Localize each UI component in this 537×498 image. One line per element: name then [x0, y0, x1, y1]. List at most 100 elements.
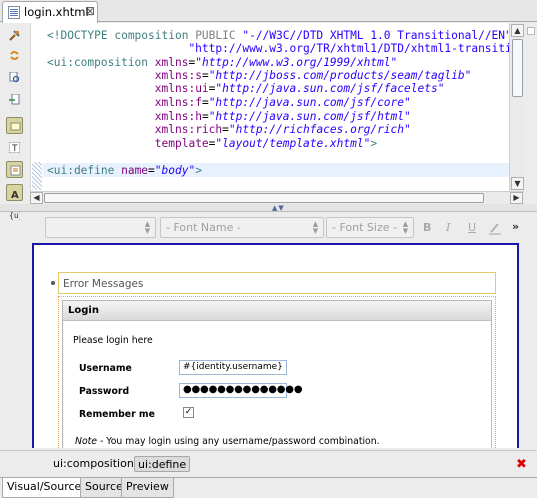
- page-design-options-button[interactable]: [6, 69, 23, 86]
- code-token: >: [195, 164, 202, 177]
- tag-selection-bar: ui:composition ui:define ✖: [0, 450, 537, 476]
- source-editor[interactable]: <!DOCTYPE composition PUBLIC "-//W3C//DT…: [30, 23, 524, 191]
- text-formatting-toolbar: ▲ ▼ - Font Name - ▲ ▼ - Font Size - ▲ ▼ B I…: [30, 215, 537, 241]
- underline-button[interactable]: U: [468, 221, 476, 234]
- code-token: "layout/template.xhtml": [215, 137, 371, 150]
- code-token: "http://java.sun.com/jsf/facelets": [215, 82, 445, 95]
- password-input[interactable]: ●●●●●●●●●●●●●●: [179, 383, 303, 398]
- code-token: "-//W3C//DTD XHTML 1.0 Transitional//EN": [242, 29, 512, 42]
- show-border-toggle[interactable]: [6, 117, 23, 134]
- code-line: xmlns:ui="http://java.sun.com/jsf/facele…: [47, 82, 445, 96]
- code-token: "http://www.w3.org/1999/xhtml": [195, 56, 398, 69]
- code-line: "http://www.w3.org/TR/xhtml1/DTD/xhtml1-…: [47, 42, 524, 56]
- svg-text:A: A: [11, 190, 19, 199]
- show-text-formatting-button[interactable]: T: [6, 139, 23, 156]
- more-tools-button[interactable]: »: [512, 220, 519, 233]
- close-icon[interactable]: ⊠: [85, 4, 95, 18]
- code-token: name: [121, 164, 149, 177]
- page-search-icon: [9, 72, 20, 83]
- username-label: Username: [79, 363, 132, 374]
- code-token: xmlns: [154, 56, 189, 69]
- scroll-up-button[interactable]: ▲: [511, 24, 524, 37]
- scroll-thumb[interactable]: [512, 39, 523, 97]
- scroll-right-button[interactable]: ▶: [510, 192, 523, 204]
- code-token: "body": [154, 164, 196, 177]
- visual-editor-pane[interactable]: Error Messages Login Please login here U…: [32, 243, 519, 448]
- document-arrow-icon: [9, 94, 20, 105]
- source-visual-splitter[interactable]: ▲▼: [0, 204, 537, 212]
- error-messages-box[interactable]: Error Messages: [58, 272, 496, 294]
- login-intro-text: Please login here: [73, 335, 153, 346]
- style-combo[interactable]: ▲ ▼: [45, 217, 156, 238]
- overview-ruler-marker[interactable]: [527, 27, 535, 35]
- preferences-tool-button[interactable]: [6, 27, 23, 44]
- xhtml-file-icon: [8, 6, 20, 19]
- tab-preview[interactable]: Preview: [121, 478, 174, 498]
- tab-visual-source[interactable]: Visual/Source: [2, 478, 87, 498]
- code-token: xmlns:f: [154, 96, 202, 109]
- tab-login-xhtml[interactable]: login.xhtml ⊠: [2, 1, 98, 23]
- italic-button[interactable]: I: [446, 221, 450, 234]
- vpe-toolbar: T A {u}: [0, 23, 30, 220]
- code-token: =: [201, 96, 209, 109]
- editor-tab-bar: login.xhtml ⊠: [0, 0, 537, 23]
- code-line: xmlns:rich="http://richfaces.org/rich": [47, 123, 411, 137]
- text-t-icon: T: [9, 142, 20, 153]
- username-input[interactable]: #{identity.username}: [179, 360, 287, 375]
- border-frame-icon: [10, 122, 21, 131]
- source-vertical-scrollbar[interactable]: ▲ ▼: [509, 23, 524, 191]
- close-red-x-icon[interactable]: ✖: [516, 457, 527, 472]
- svg-text:T: T: [11, 144, 18, 153]
- code-token: "http://jboss.com/products/seam/taglib": [208, 69, 472, 82]
- login-panel[interactable]: Login Please login here Username #{ident…: [62, 300, 492, 448]
- login-panel-header: Login: [63, 301, 491, 321]
- collapse-arrows-icon[interactable]: ▲▼: [272, 204, 285, 212]
- code-line: <ui:define name="body">: [47, 164, 202, 178]
- svg-text:{u}: {u}: [9, 211, 20, 220]
- show-bundle-as-messages-toggle[interactable]: [6, 161, 23, 178]
- tag-crumb-ui-composition[interactable]: ui:composition: [50, 456, 137, 472]
- overview-ruler: [524, 23, 537, 211]
- text-color-icon[interactable]: [488, 221, 502, 235]
- tag-crumb-ui-define[interactable]: ui:define: [134, 456, 191, 472]
- refresh-arrows-icon: [10, 51, 19, 60]
- combo-spinner-icon: ▲ ▼: [144, 220, 151, 235]
- editor-gutter: [31, 23, 43, 191]
- editor-mode-tabs: Visual/Source Source Preview: [0, 477, 537, 498]
- scroll-down-button[interactable]: ▼: [511, 177, 524, 190]
- font-name-combo[interactable]: - Font Name - ▲ ▼: [160, 217, 324, 238]
- code-token: =: [201, 110, 209, 123]
- remember-me-checkbox[interactable]: ✓: [183, 407, 194, 418]
- bundle-messages-icon: [10, 165, 21, 176]
- panel-title: Login: [68, 305, 99, 316]
- code-line: <ui:composition xmlns="http://www.w3.org…: [47, 56, 397, 70]
- font-size-combo[interactable]: - Font Size - ▲ ▼: [326, 217, 414, 238]
- externalize-strings-button[interactable]: [6, 91, 23, 108]
- code-token: "http://richfaces.org/rich": [228, 123, 411, 136]
- code-line: xmlns:s="http://jboss.com/products/seam/…: [47, 69, 472, 83]
- code-token: "http://java.sun.com/jsf/html": [208, 110, 411, 123]
- visual-page-editor: login.xhtml ⊠ T A {u}: [0, 0, 537, 498]
- code-token: <ui:define: [47, 164, 122, 177]
- code-line: xmlns:h="http://java.sun.com/jsf/html": [47, 110, 411, 124]
- code-token: xmlns:s: [154, 69, 202, 82]
- horizontal-scroll-thumb[interactable]: [44, 193, 484, 203]
- login-note: Note - You may login using any username/…: [75, 436, 380, 447]
- source-horizontal-scrollbar[interactable]: ◀ ▶: [30, 191, 524, 204]
- password-label: Password: [79, 386, 130, 397]
- scroll-left-button[interactable]: ◀: [30, 192, 43, 204]
- text-a-icon: A: [11, 190, 19, 199]
- code-token: <ui:composition: [47, 56, 155, 69]
- code-token: xmlns:h: [154, 110, 202, 123]
- code-token: =: [222, 123, 229, 136]
- bold-button[interactable]: B: [423, 221, 431, 234]
- code-token: "http://java.sun.com/jsf/core": [208, 96, 411, 109]
- refresh-tool-button[interactable]: [6, 47, 23, 64]
- show-non-visual-tags-toggle[interactable]: A: [6, 184, 23, 201]
- code-token: PUBLIC: [195, 29, 243, 42]
